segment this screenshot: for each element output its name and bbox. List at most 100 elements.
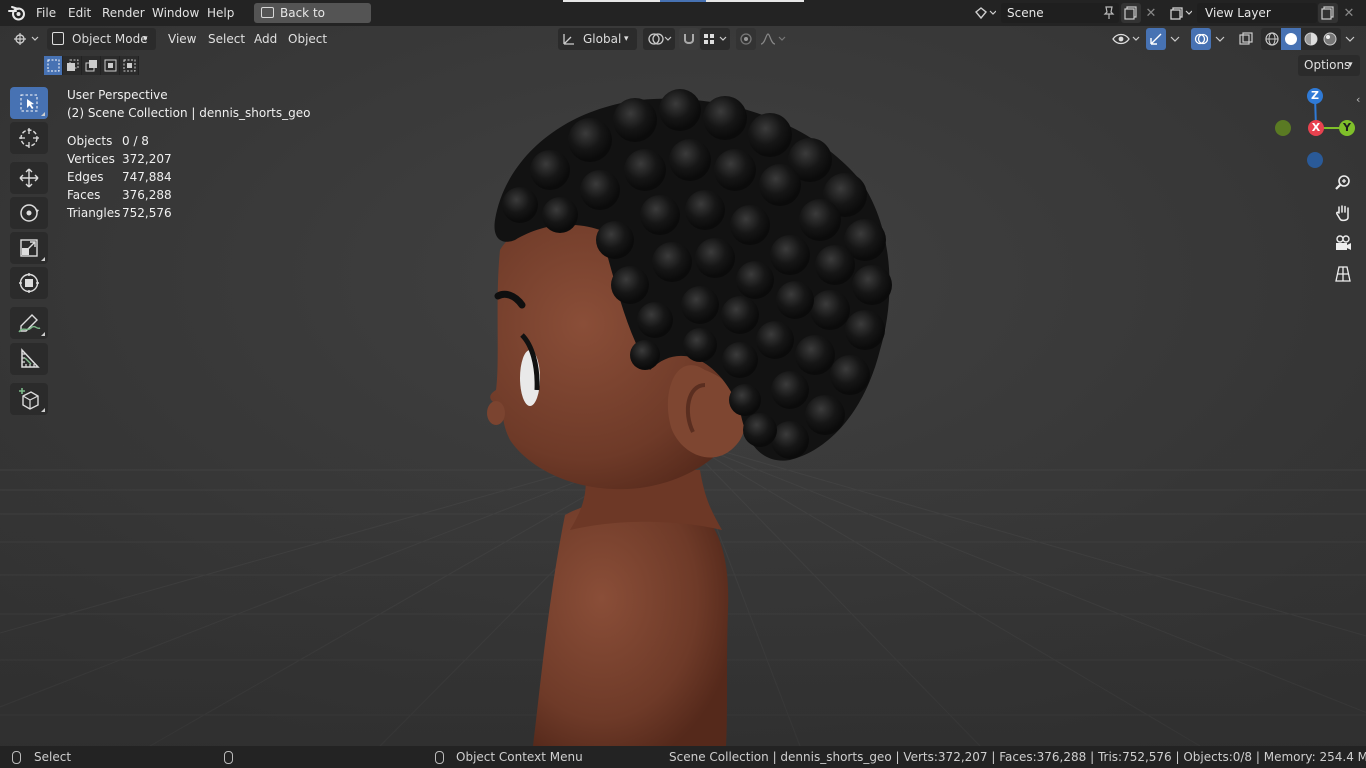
select-intersect-icon	[123, 59, 135, 72]
menu-window[interactable]: Window	[152, 0, 199, 26]
select-invert-icon	[104, 59, 116, 72]
status-left-action: Select	[34, 750, 72, 764]
select-invert-button[interactable]	[101, 56, 120, 75]
stat-value: 372,207	[122, 152, 172, 166]
proportional-falloff-dropdown[interactable]	[757, 28, 787, 50]
pin-icon[interactable]	[1099, 3, 1119, 23]
proportional-edit-toggle[interactable]	[736, 28, 756, 50]
tool-options-corner	[41, 112, 45, 116]
menu-add[interactable]: Add	[254, 28, 277, 50]
object-mode-icon	[52, 32, 64, 45]
cursor-tool[interactable]	[10, 122, 48, 154]
back-to-previous-button[interactable]: Back to Previous	[254, 3, 371, 40]
ortho-toggle-button[interactable]	[1331, 262, 1355, 286]
transform-orientation-dropdown[interactable]: Global ▾	[558, 28, 637, 50]
pivot-point-dropdown[interactable]	[643, 28, 675, 50]
gizmo-toggle[interactable]	[1146, 28, 1166, 50]
tool-options-corner	[41, 257, 45, 261]
character-body	[533, 499, 729, 746]
chevron-down-icon: ▾	[143, 34, 148, 44]
wireframe-shading-icon[interactable]	[1264, 31, 1280, 47]
camera-view-button[interactable]	[1331, 231, 1355, 255]
visibility-dropdown[interactable]	[1110, 28, 1142, 50]
viewport-scene	[0, 26, 1366, 746]
select-extend-button[interactable]	[63, 56, 82, 75]
editor-type-button[interactable]	[10, 28, 40, 50]
stat-value: 376,288	[122, 188, 172, 202]
material-shading-icon[interactable]	[1303, 31, 1319, 47]
stat-value: 747,884	[122, 170, 172, 184]
orientation-icon	[563, 34, 574, 45]
annotate-pencil-icon	[18, 314, 41, 333]
scale-tool[interactable]	[10, 232, 48, 264]
measure-ruler-icon	[21, 348, 40, 368]
transform-icon	[19, 273, 39, 293]
workspace-tabs-strip[interactable]	[563, 0, 804, 2]
stat-row: Edges 747,884	[67, 168, 172, 186]
rotate-tool[interactable]	[10, 197, 48, 229]
menu-view[interactable]: View	[168, 28, 196, 50]
add-cube-tool[interactable]	[10, 383, 48, 415]
rendered-shading-icon[interactable]	[1322, 31, 1338, 47]
status-bar: Select Object Context Menu Scene Collect…	[0, 746, 1366, 768]
status-scene-info: Scene Collection | dennis_shorts_geo | V…	[669, 750, 1366, 764]
select-box-tool[interactable]	[10, 87, 48, 119]
menu-object[interactable]: Object	[288, 28, 327, 50]
magnet-icon	[684, 34, 694, 44]
stat-label: Edges	[67, 170, 104, 184]
measure-tool[interactable]	[10, 343, 48, 375]
zoom-button[interactable]	[1331, 171, 1355, 195]
pan-button[interactable]	[1331, 201, 1355, 225]
add-cube-icon	[19, 388, 39, 410]
snap-toggle[interactable]	[679, 28, 699, 50]
selection-mode-group	[44, 56, 139, 76]
transform-tool[interactable]	[10, 267, 48, 299]
select-new-button[interactable]	[44, 56, 63, 75]
shading-options-dropdown[interactable]	[1341, 28, 1359, 50]
select-extend-icon	[66, 59, 78, 71]
menu-file[interactable]: File	[36, 0, 56, 26]
overlays-options-dropdown[interactable]	[1211, 28, 1229, 50]
stat-row: Objects 0 / 8	[67, 132, 172, 150]
stat-label: Objects	[67, 134, 113, 148]
mouse-left-icon	[12, 751, 21, 764]
select-box-icon	[20, 94, 38, 112]
menu-edit[interactable]: Edit	[68, 0, 91, 26]
snap-target-dropdown[interactable]	[700, 28, 730, 50]
stat-row: Faces 376,288	[67, 186, 172, 204]
scene-name: Scene	[1007, 6, 1044, 20]
new-scene-icon[interactable]	[1121, 3, 1141, 23]
overlays-icon	[1194, 33, 1208, 45]
hand-icon	[1336, 205, 1349, 222]
active-workspace-tab[interactable]	[660, 0, 706, 2]
menu-help[interactable]: Help	[207, 0, 234, 26]
stat-row: Vertices 372,207	[67, 150, 172, 168]
annotate-tool[interactable]	[10, 307, 48, 339]
view-layer-name: View Layer	[1205, 6, 1271, 20]
overlays-toggle[interactable]	[1191, 28, 1211, 50]
view-layer-name-field[interactable]: View Layer	[1197, 3, 1317, 23]
move-tool[interactable]	[10, 162, 48, 194]
grid-perspective-icon	[1335, 266, 1351, 282]
menu-render[interactable]: Render	[102, 0, 145, 26]
chevron-down-icon	[1215, 36, 1225, 42]
new-view-layer-icon[interactable]	[1318, 3, 1338, 23]
scene-browse-icon[interactable]	[972, 3, 998, 23]
solid-shading-button[interactable]	[1281, 28, 1301, 50]
options-dropdown[interactable]: Options ▾	[1298, 55, 1360, 76]
viewport-header: Object Mode ▾ View Select Add Object Glo…	[0, 26, 1366, 52]
3d-viewport[interactable]: Object Mode ▾ View Select Add Object Glo…	[0, 26, 1366, 746]
stat-row: Triangles 752,576	[67, 204, 172, 222]
menu-select[interactable]: Select	[208, 28, 245, 50]
select-intersect-button[interactable]	[120, 56, 139, 75]
rotate-icon	[20, 204, 39, 222]
select-subtract-button[interactable]	[82, 56, 101, 75]
blender-logo-icon[interactable]	[8, 4, 26, 22]
xray-toggle[interactable]	[1236, 28, 1256, 50]
delete-view-layer-icon[interactable]: ✕	[1339, 3, 1359, 23]
object-mode-dropdown[interactable]: Object Mode ▾	[47, 28, 156, 50]
tool-options-corner	[41, 332, 45, 336]
gizmo-options-dropdown[interactable]	[1166, 28, 1184, 50]
view-layer-browse-icon[interactable]	[1168, 3, 1194, 23]
delete-scene-icon[interactable]: ✕	[1141, 3, 1161, 23]
